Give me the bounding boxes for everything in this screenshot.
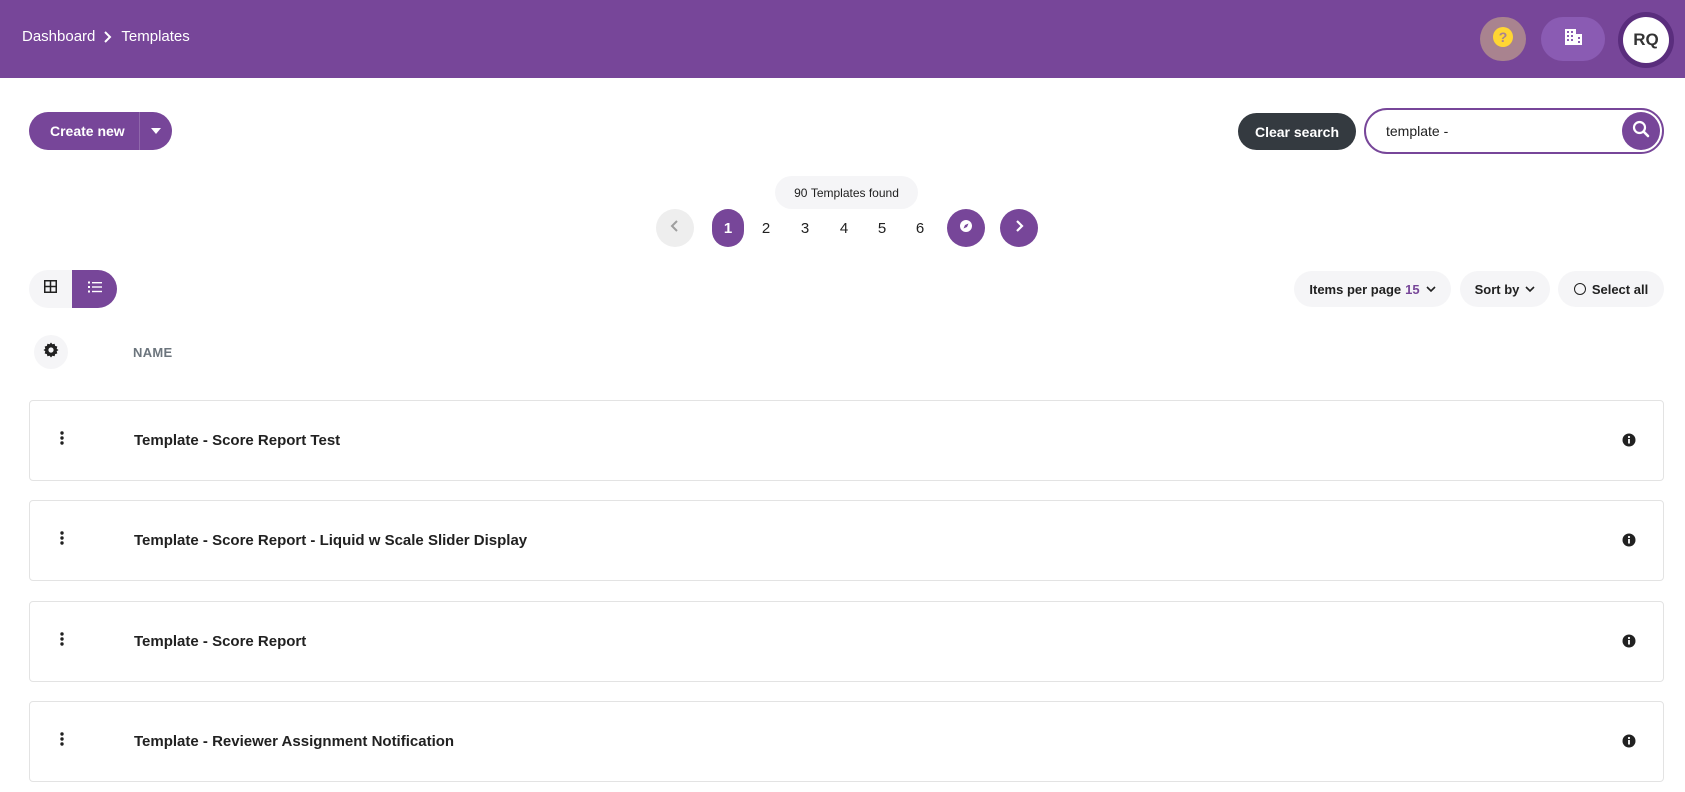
- search-icon: [1632, 120, 1650, 143]
- chevron-down-icon: [1525, 285, 1535, 293]
- items-per-page-label: Items per page: [1309, 281, 1402, 297]
- page-5[interactable]: 5: [866, 209, 898, 247]
- results-count-label: Templates found: [810, 185, 899, 200]
- items-per-page-value: 15: [1405, 281, 1420, 297]
- grid-icon: [44, 280, 57, 298]
- table-row[interactable]: Template - Score Report: [29, 601, 1664, 682]
- search-input[interactable]: [1386, 120, 1606, 142]
- chevron-right-icon: [1014, 219, 1024, 237]
- info-icon[interactable]: [1621, 432, 1637, 448]
- gear-icon: [43, 342, 59, 363]
- building-icon: [1563, 27, 1583, 52]
- help-button[interactable]: ?: [1480, 17, 1526, 61]
- clear-search-button[interactable]: Clear search: [1238, 113, 1356, 150]
- svg-text:?: ?: [1499, 29, 1508, 45]
- table-row[interactable]: Template - Reviewer Assignment Notificat…: [29, 701, 1664, 782]
- create-new-button[interactable]: Create new: [29, 112, 172, 150]
- search-button[interactable]: [1622, 112, 1660, 150]
- table-row[interactable]: Template - Score Report Test: [29, 400, 1664, 481]
- page-1[interactable]: 1: [712, 209, 744, 247]
- kebab-menu-icon: [60, 530, 64, 550]
- row-title[interactable]: Template - Score Report - Liquid w Scale…: [134, 532, 527, 549]
- compass-icon: [959, 219, 973, 238]
- radio-circle-icon: [1573, 283, 1586, 295]
- help-icon: ?: [1492, 26, 1514, 53]
- kebab-menu-icon: [60, 631, 64, 651]
- user-avatar[interactable]: RQ: [1618, 12, 1674, 68]
- table-row[interactable]: Template - Score Report - Liquid w Scale…: [29, 500, 1664, 581]
- breadcrumb: Dashboard Templates: [22, 28, 190, 45]
- breadcrumb-templates: Templates: [121, 28, 190, 45]
- select-all-label: Select all: [1591, 281, 1649, 297]
- row-menu-button[interactable]: [50, 525, 74, 555]
- caret-down-icon[interactable]: [139, 112, 172, 150]
- info-icon[interactable]: [1621, 633, 1637, 649]
- list-view-button[interactable]: [72, 270, 117, 308]
- kebab-menu-icon: [60, 731, 64, 751]
- page-3[interactable]: 3: [789, 209, 821, 247]
- sort-by-dropdown[interactable]: Sort by: [1460, 271, 1550, 307]
- row-menu-button[interactable]: [50, 626, 74, 656]
- avatar-initials: RQ: [1623, 17, 1669, 63]
- row-menu-button[interactable]: [50, 726, 74, 756]
- next-page-button[interactable]: [1000, 209, 1038, 247]
- create-new-label: Create new: [50, 123, 125, 139]
- row-menu-button[interactable]: [50, 425, 74, 455]
- breadcrumb-dashboard[interactable]: Dashboard: [22, 28, 95, 45]
- column-header-name[interactable]: NAME: [133, 345, 172, 360]
- page-4[interactable]: 4: [828, 209, 860, 247]
- results-count: 90 Templates found: [775, 176, 918, 209]
- view-toggle: [29, 270, 117, 308]
- top-bar: Dashboard Templates: [0, 0, 1685, 78]
- row-title[interactable]: Template - Reviewer Assignment Notificat…: [134, 733, 454, 750]
- previous-page-button[interactable]: [656, 209, 694, 247]
- column-settings-button[interactable]: [34, 335, 68, 369]
- row-title[interactable]: Template - Score Report Test: [134, 432, 340, 449]
- page-jump-button[interactable]: [947, 209, 985, 247]
- pagination: 1 2 3 4 5 6: [0, 209, 1685, 249]
- list-icon: [87, 280, 102, 298]
- items-per-page-dropdown[interactable]: Items per page 15: [1294, 271, 1451, 307]
- search-box: [1364, 108, 1664, 154]
- chevron-left-icon: [670, 219, 680, 237]
- page-6[interactable]: 6: [904, 209, 936, 247]
- row-title[interactable]: Template - Score Report: [134, 633, 306, 650]
- sort-by-label: Sort by: [1474, 281, 1520, 297]
- page-2[interactable]: 2: [750, 209, 782, 247]
- select-all-button[interactable]: Select all: [1558, 271, 1664, 307]
- results-count-number: 90: [794, 185, 808, 200]
- chevron-right-icon: [103, 30, 113, 43]
- info-icon[interactable]: [1621, 733, 1637, 749]
- grid-view-button[interactable]: [29, 270, 72, 308]
- chevron-down-icon: [1426, 285, 1436, 293]
- organization-button[interactable]: [1541, 17, 1605, 61]
- kebab-menu-icon: [60, 430, 64, 450]
- info-icon[interactable]: [1621, 532, 1637, 548]
